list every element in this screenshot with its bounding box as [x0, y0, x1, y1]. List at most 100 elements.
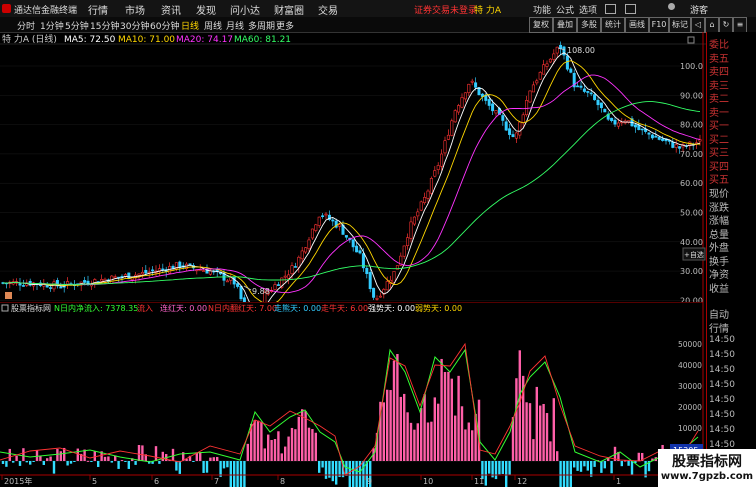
flow-bar: [141, 445, 144, 461]
price-tick-label: 40.00: [680, 238, 703, 247]
flow-tick-label: 20000: [678, 403, 702, 412]
menu-trade[interactable]: 交易: [318, 2, 338, 17]
indicator-name[interactable]: 股票指标网: [11, 303, 51, 313]
home-icon[interactable]: ⌂: [705, 17, 719, 33]
menu-news[interactable]: 资讯: [161, 2, 181, 17]
flow-histogram: [1, 350, 702, 487]
period-tab-daily[interactable]: 日线: [181, 19, 199, 32]
flow-bar: [396, 354, 399, 461]
toolbar-draw-button[interactable]: 画线: [625, 17, 649, 33]
flow-bar: [600, 461, 603, 473]
flow-bar: [49, 456, 52, 461]
quote-label: 行情: [709, 324, 729, 335]
menu-market[interactable]: 市场: [125, 2, 145, 17]
flow-bar: [311, 429, 314, 461]
period-tab[interactable]: 5分钟: [65, 19, 89, 32]
period-tab[interactable]: 更多: [276, 19, 294, 32]
flow-bar: [267, 434, 270, 461]
flow-bar: [161, 451, 164, 461]
candle-body: [436, 165, 440, 170]
candle-body: [297, 256, 301, 268]
flow-bar: [280, 453, 283, 461]
candle-body: [225, 280, 229, 283]
period-tab[interactable]: 1分钟: [40, 19, 64, 32]
flow-bar: [457, 375, 460, 461]
candle-body: [229, 277, 233, 281]
flow-bar: [8, 448, 11, 461]
candle-body: [450, 120, 454, 136]
indicator-toggle-icon[interactable]: [1, 304, 9, 312]
flow-bar: [488, 461, 491, 474]
period-tab[interactable]: 30分钟: [120, 19, 149, 32]
toolbar-overlay-button[interactable]: 叠加: [553, 17, 577, 33]
candle-body: [188, 263, 192, 266]
period-tab[interactable]: 月线: [226, 19, 244, 32]
toolbar-f10-button[interactable]: F10: [649, 17, 669, 33]
back-icon[interactable]: ◁: [691, 17, 705, 33]
menu-icon[interactable]: ≡: [733, 17, 747, 33]
menu-quotes[interactable]: 行情: [88, 2, 108, 17]
candle-body: [208, 270, 212, 275]
flow-bar: [362, 461, 365, 487]
guest-label[interactable]: 游客: [690, 3, 708, 16]
candle-body: [610, 117, 614, 121]
window-icon[interactable]: [605, 4, 616, 14]
toolbar-adjust-button[interactable]: 复权: [529, 17, 553, 33]
flow-bar: [576, 461, 579, 471]
period-tab[interactable]: 分时: [17, 19, 35, 32]
candle-body: [504, 121, 508, 131]
period-tab[interactable]: 周线: [204, 19, 222, 32]
flow-bar: [90, 461, 93, 462]
trade-alert[interactable]: 证券交易未登录: [414, 3, 477, 16]
period-tab[interactable]: 60分钟: [150, 19, 179, 32]
quote-label: 自动: [709, 310, 729, 321]
chart-title: 特 力A (日线): [2, 33, 57, 45]
app-name: 通达信金融终端: [14, 6, 78, 16]
price-tick-label: 50.00: [680, 209, 703, 218]
candle-body: [552, 53, 556, 60]
event-icon[interactable]: [5, 292, 12, 299]
toolbar-multi-button[interactable]: 多股: [577, 17, 601, 33]
ma60-label: MA60: 81.21: [234, 35, 291, 45]
window-icon[interactable]: [625, 4, 636, 14]
candle-body: [501, 115, 505, 121]
flow-bar: [501, 461, 504, 474]
period-tab[interactable]: 15分钟: [90, 19, 119, 32]
flow-bar: [348, 461, 351, 487]
flow-bar: [233, 461, 236, 487]
high-price-label: 108.00: [567, 46, 595, 55]
toolbar-stats-button[interactable]: 统计: [601, 17, 625, 33]
add-favorite-button[interactable]: +自选: [684, 250, 704, 259]
flow-bar: [154, 446, 158, 461]
period-tab[interactable]: 多周期: [248, 19, 275, 32]
flow-bar: [409, 422, 413, 461]
flow-tick-label: 50000: [678, 340, 702, 349]
candle-body: [355, 245, 359, 253]
menu-function[interactable]: 功能: [533, 3, 551, 16]
user-icon[interactable]: [668, 3, 675, 10]
flow-bar: [386, 389, 389, 461]
menu-discover[interactable]: 发现: [196, 2, 216, 17]
candle-body: [358, 250, 362, 254]
menu-wealth[interactable]: 财富圈: [274, 2, 304, 17]
candle-body: [423, 197, 427, 204]
refresh-icon[interactable]: ↻: [719, 17, 733, 33]
flow-bar: [18, 461, 22, 466]
flow-bar: [134, 461, 137, 465]
flow-bar: [498, 461, 501, 475]
indicator-panel[interactable]: 股票指标网 N日内净流入: 7378.35 流入 连红天: 0.00 N日内翻红…: [0, 302, 706, 487]
menu-ask[interactable]: 问小达: [230, 2, 260, 17]
candle-body: [161, 268, 165, 271]
expand-icon[interactable]: [687, 36, 695, 44]
menu-formula[interactable]: 公式: [556, 3, 574, 16]
menu-options[interactable]: 选项: [579, 3, 597, 16]
watermark-url: www.7gpzb.com: [660, 471, 754, 482]
candle-body: [589, 92, 593, 95]
toolbar-mark-button[interactable]: 标记: [669, 17, 691, 33]
candle-body: [402, 245, 406, 257]
indicator-item: 弱势天: 0.00: [415, 303, 462, 313]
candle-body: [654, 135, 658, 138]
kline-chart[interactable]: 特 力A (日线) MA5: 72.50 MA10: 71.00 MA20: 7…: [0, 32, 706, 302]
flow-bar: [253, 420, 256, 461]
flow-bar: [505, 461, 508, 487]
